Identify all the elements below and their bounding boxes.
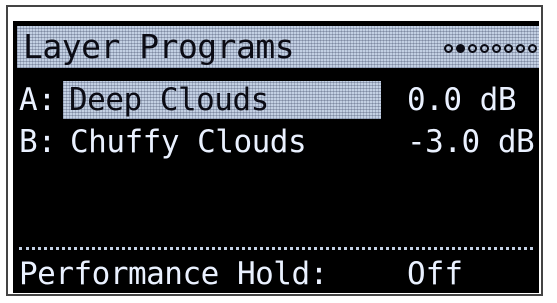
title-bar: Layer Programs xyxy=(17,26,539,68)
page-dot-2-active xyxy=(456,43,465,53)
layer-b-slot-label: B: xyxy=(19,124,57,160)
page-dot-1 xyxy=(444,43,453,53)
performance-hold-value[interactable]: Off xyxy=(407,255,463,293)
layer-b-volume-field[interactable]: -3.0 dB xyxy=(407,123,535,161)
page-dot-5 xyxy=(492,43,501,53)
layer-a-slot-label: A: xyxy=(19,82,57,118)
page-indicator xyxy=(444,41,537,55)
page-dot-7 xyxy=(516,43,525,53)
footer-divider xyxy=(19,247,533,250)
performance-hold-label: Performance Hold: xyxy=(19,256,328,292)
layer-b-program-field[interactable]: Chuffy Clouds xyxy=(67,123,309,161)
page-title: Layer Programs xyxy=(23,27,295,66)
lcd-screen: Layer Programs A: Deep Clouds 0.0 dB B: … xyxy=(13,21,539,293)
layer-row-b[interactable]: B: Chuffy Clouds -3.0 dB xyxy=(13,123,539,161)
page-dot-4 xyxy=(480,43,489,53)
page-dot-3 xyxy=(468,43,477,53)
layer-row-a[interactable]: A: Deep Clouds 0.0 dB xyxy=(13,81,539,119)
layer-a-volume-field[interactable]: 0.0 dB xyxy=(407,81,516,119)
page-dot-6 xyxy=(504,43,513,53)
page-dot-8 xyxy=(528,43,537,53)
layer-a-program-field[interactable]: Deep Clouds xyxy=(63,81,381,119)
